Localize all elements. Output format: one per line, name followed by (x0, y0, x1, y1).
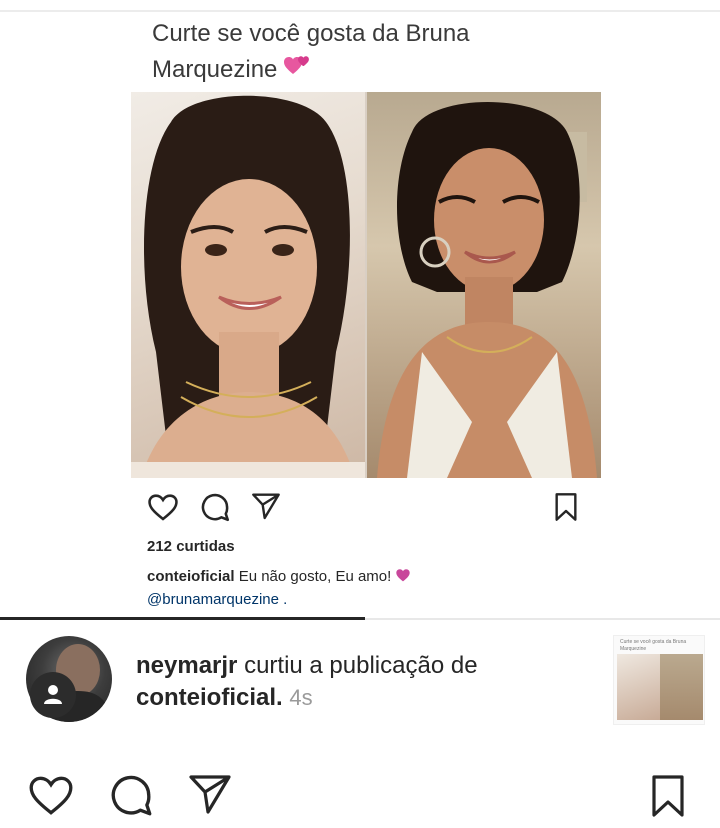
purple-heart-icon (395, 568, 411, 585)
two-hearts-icon (283, 53, 311, 89)
notification-action: curtiu a publicação de (244, 652, 478, 679)
bottom-action-bar (0, 770, 720, 820)
activity-notification[interactable]: neymarjr curtiu a publicação de conteiof… (136, 650, 586, 714)
thumbnail-photo-right (660, 654, 703, 720)
thumbnail-photo-left (617, 654, 660, 720)
notification-target[interactable]: conteioficial. (136, 684, 283, 711)
post-action-bar (146, 490, 586, 530)
post-image-caption: Curte se você gosta da Bruna Marquezine (152, 16, 572, 89)
caption-mention[interactable]: @brunamarquezine . (147, 589, 287, 611)
bookmark-icon[interactable] (644, 770, 692, 827)
caption-line-1: Curte se você gosta da Bruna (152, 20, 470, 47)
portrait-photo-left (131, 92, 365, 478)
notification-time: 4s (289, 685, 313, 710)
caption-line-2: Marquezine (152, 56, 278, 83)
likes-count: 212 curtidas (147, 538, 235, 555)
comment-icon[interactable] (106, 770, 156, 825)
heart-icon[interactable] (146, 490, 180, 529)
post-caption: conteioficial Eu não gosto, Eu amo! (147, 566, 411, 588)
progress-indicator (0, 617, 365, 620)
comment-icon[interactable] (198, 490, 232, 529)
notification-username[interactable]: neymarjr (136, 652, 237, 679)
send-icon[interactable] (186, 770, 234, 823)
portrait-photo-right (367, 92, 601, 478)
account-type-badge (30, 672, 76, 718)
send-icon[interactable] (250, 490, 282, 527)
post-thumbnail[interactable]: Curte se você gosta da Bruna Marquezine (613, 635, 705, 725)
bookmark-icon[interactable] (550, 490, 582, 529)
caption-username: conteioficial (147, 568, 235, 585)
caption-text: Eu não gosto, Eu amo! (238, 568, 392, 585)
heart-icon[interactable] (26, 770, 76, 825)
post-photo-collage (131, 92, 601, 478)
shared-post-screenshot: Curte se você gosta da Bruna Marquezine (0, 0, 720, 620)
thumbnail-caption: Curte se você gosta da Bruna Marquezine (620, 639, 687, 652)
